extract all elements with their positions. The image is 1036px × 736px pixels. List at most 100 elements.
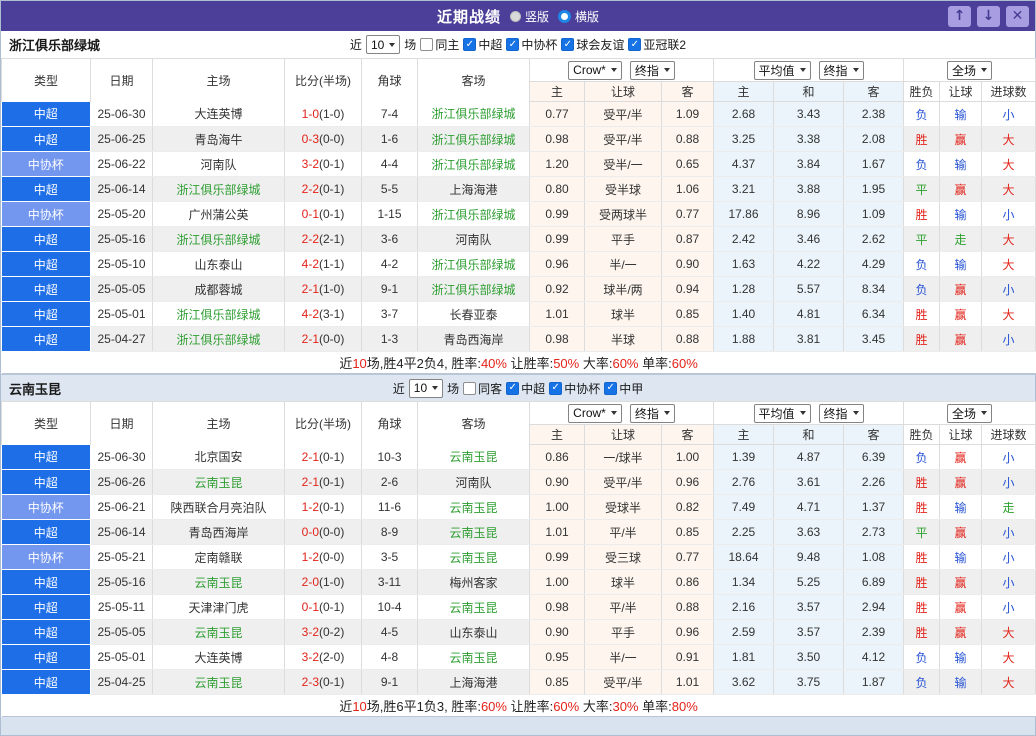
filter-checkbox-中超[interactable]: ✓ 中超 bbox=[506, 380, 545, 397]
summary-part: 40% bbox=[480, 356, 507, 371]
odds-away: 0.82 bbox=[661, 494, 715, 520]
filter-checkbox-球会友谊[interactable]: ✓ 球会友谊 bbox=[561, 36, 624, 53]
filter-checkbox-中超[interactable]: ✓ 中超 bbox=[463, 36, 502, 53]
league-badge: 中超 bbox=[1, 619, 91, 645]
away-team: 云南玉昆 bbox=[417, 594, 530, 620]
avg-odds-draw: 4.81 bbox=[773, 301, 845, 327]
checkbox-checked-icon[interactable]: ✓ bbox=[506, 38, 520, 51]
filter-checkbox-亚冠联2[interactable]: ✓ 亚冠联2 bbox=[628, 36, 686, 53]
odds-handicap: 平/半 bbox=[584, 519, 662, 545]
match-date: 25-05-16 bbox=[90, 569, 153, 595]
halftime-score: (0-1) bbox=[319, 157, 345, 171]
result-handicap: 赢 bbox=[939, 619, 983, 645]
avg-time-select[interactable]: 终指 bbox=[818, 60, 864, 80]
scope-select[interactable]: 全场 bbox=[947, 403, 993, 423]
odds-home: 1.20 bbox=[529, 151, 585, 177]
odds-source-select[interactable]: Crow* bbox=[568, 60, 622, 80]
checkbox-unchecked-icon[interactable] bbox=[463, 381, 477, 395]
match-date: 25-05-01 bbox=[90, 644, 153, 670]
match-date: 25-06-22 bbox=[90, 151, 153, 177]
odds-away: 0.91 bbox=[661, 644, 715, 670]
filter-checkbox-同主[interactable]: 同主 bbox=[420, 36, 459, 53]
match-row: 中超 25-05-01 大连英博 3-2(2-0) 4-8 云南玉昆 0.95 半/一 0.91… bbox=[1, 644, 1036, 670]
away-team: 河南队 bbox=[417, 469, 530, 495]
layout-radio-horizontal[interactable]: 横版 bbox=[558, 8, 599, 25]
odds-handicap: 受半/一 bbox=[584, 151, 662, 177]
move-down-button[interactable]: ↓ bbox=[977, 5, 1000, 27]
away-team: 长春亚泰 bbox=[417, 301, 530, 327]
fulltime-score: 2-1 bbox=[301, 332, 319, 346]
near-label: 近 bbox=[392, 381, 405, 396]
home-team: 云南玉昆 bbox=[152, 569, 285, 595]
avg-odds-draw: 3.57 bbox=[773, 619, 845, 645]
halftime-score: (0-1) bbox=[319, 207, 345, 221]
filter-checkbox-同客[interactable]: 同客 bbox=[463, 380, 502, 397]
avg-odds-home: 18.64 bbox=[713, 544, 775, 570]
result-goals: 大 bbox=[981, 251, 1036, 277]
result-handicap: 输 bbox=[939, 669, 983, 695]
checkbox-checked-icon[interactable]: ✓ bbox=[604, 381, 618, 395]
checkbox-unchecked-icon[interactable] bbox=[420, 38, 434, 51]
fulltime-score: 2-3 bbox=[301, 675, 319, 689]
result-goals: 大 bbox=[981, 226, 1036, 252]
odds-handicap: 受球半 bbox=[584, 494, 662, 520]
scope-select[interactable]: 全场 bbox=[947, 60, 993, 80]
checkbox-checked-icon[interactable]: ✓ bbox=[628, 38, 642, 51]
close-button[interactable]: ✕ bbox=[1006, 5, 1029, 27]
away-team: 云南玉昆 bbox=[417, 494, 530, 520]
corner-count: 4-2 bbox=[361, 251, 418, 277]
column-header-result-wl: 胜负 bbox=[903, 81, 941, 102]
filter-checkbox-中协杯[interactable]: ✓ 中协杯 bbox=[549, 380, 600, 397]
radio-selected-icon[interactable] bbox=[558, 9, 571, 23]
odds-home: 0.99 bbox=[529, 226, 585, 252]
score-cell: 2-3(0-1) bbox=[284, 669, 362, 695]
halftime-score: (0-0) bbox=[319, 332, 345, 346]
match-filter: 近 10 场同客 ✓ 中超 ✓ 中协杯 ✓ 中甲 bbox=[392, 378, 643, 398]
odds-source-select[interactable]: Crow* bbox=[568, 403, 622, 423]
result-goals: 大 bbox=[981, 151, 1036, 177]
score-cell: 2-2(0-1) bbox=[284, 176, 362, 202]
column-header-avg-away: 客 bbox=[843, 81, 905, 102]
match-count-select-value: 10 bbox=[413, 381, 428, 395]
checkbox-checked-icon[interactable]: ✓ bbox=[549, 381, 563, 395]
checkbox-checked-icon[interactable]: ✓ bbox=[463, 38, 477, 51]
match-row: 中协杯 25-05-21 定南赣联 1-2(0-0) 3-5 云南玉昆 0.99 受三球 0.7… bbox=[1, 544, 1036, 570]
away-team: 山东泰山 bbox=[417, 619, 530, 645]
avg-odds-home: 1.81 bbox=[713, 644, 775, 670]
home-team: 浙江俱乐部绿城 bbox=[152, 326, 285, 352]
odds-time-select[interactable]: 终指 bbox=[629, 60, 675, 80]
away-team: 浙江俱乐部绿城 bbox=[417, 101, 530, 127]
move-up-button[interactable]: ↑ bbox=[948, 5, 971, 27]
layout-radio-vertical[interactable]: 竖版 bbox=[509, 8, 549, 25]
match-date: 25-04-27 bbox=[90, 326, 153, 352]
scope-select-value: 全场 bbox=[952, 406, 977, 421]
match-date: 25-06-14 bbox=[90, 519, 153, 545]
checkbox-checked-icon[interactable]: ✓ bbox=[561, 38, 575, 51]
avg-odds-draw: 3.81 bbox=[773, 326, 845, 352]
chevron-down-icon bbox=[799, 411, 806, 415]
avg-time-select[interactable]: 终指 bbox=[818, 403, 864, 423]
odds-time-select[interactable]: 终指 bbox=[629, 403, 675, 423]
odds-away: 0.77 bbox=[661, 544, 715, 570]
home-team: 大连英博 bbox=[152, 101, 285, 127]
sections-container: 浙江俱乐部绿城近 10 场同主 ✓ 中超 ✓ 中协杯 ✓ 球会友谊 ✓ 亚冠联2 类型 日期 主场 比分(半… bbox=[1, 31, 1036, 717]
fulltime-score: 2-1 bbox=[301, 282, 319, 296]
match-row: 中超 25-05-11 天津津门虎 0-1(0-1) 10-4 云南玉昆 0.98 平/半 0.… bbox=[1, 594, 1036, 620]
filter-checkbox-中甲[interactable]: ✓ 中甲 bbox=[604, 380, 643, 397]
odds-select-group: Crow* 终指 bbox=[528, 58, 715, 82]
checkbox-checked-icon[interactable]: ✓ bbox=[506, 381, 520, 395]
radio-unselected-icon[interactable] bbox=[509, 10, 521, 22]
avg-odds-draw: 3.88 bbox=[773, 176, 845, 202]
avg-source-select[interactable]: 平均值 bbox=[753, 60, 811, 80]
match-count-select[interactable]: 10 bbox=[365, 35, 401, 54]
avg-odds-home: 1.63 bbox=[713, 251, 775, 277]
avg-odds-draw: 3.46 bbox=[773, 226, 845, 252]
match-count-select[interactable]: 10 bbox=[408, 378, 444, 398]
summary-part: 60% bbox=[671, 356, 698, 371]
avg-source-select[interactable]: 平均值 bbox=[753, 403, 811, 423]
summary-part: 场,胜6平1负3, 胜率: bbox=[366, 699, 481, 714]
summary-part: 大率: bbox=[579, 356, 613, 371]
corner-count: 3-5 bbox=[361, 544, 418, 570]
league-badge: 中超 bbox=[1, 176, 91, 202]
filter-checkbox-中协杯[interactable]: ✓ 中协杯 bbox=[506, 36, 557, 53]
